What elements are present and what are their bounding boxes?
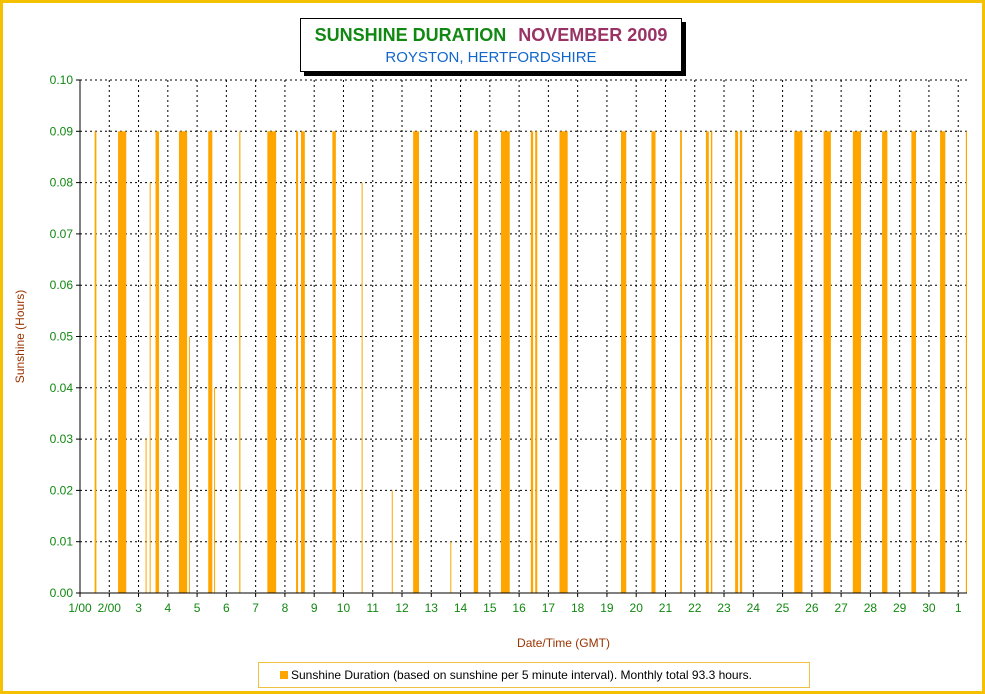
sunshine-chart: 0.00 0.01 0.02 0.03 0.04 0.05 0.06 0.07 0.08 0.09… — [13, 73, 967, 650]
x-tick-label: 8 — [282, 601, 289, 615]
sunshine-bar — [239, 131, 241, 594]
sunshine-bar — [940, 131, 946, 594]
x-tick-label: 19 — [600, 601, 614, 615]
sunshine-bar — [823, 131, 831, 594]
sunshine-bar — [705, 131, 709, 594]
sunshine-bar — [178, 131, 188, 594]
x-tick-label: 27 — [834, 601, 848, 615]
sunshine-bar — [296, 131, 299, 594]
sunshine-bar — [739, 131, 743, 594]
x-tick-label: 29 — [893, 601, 907, 615]
chart-legend: Sunshine Duration (based on sunshine per… — [258, 662, 810, 688]
sunshine-bar — [450, 541, 452, 593]
x-tick-label: 28 — [864, 601, 878, 615]
x-tick-label: 2/00 — [98, 601, 122, 615]
x-axis-title: Date/Time (GMT) — [517, 636, 610, 650]
x-tick-label: 4 — [164, 601, 171, 615]
x-tick-label: 17 — [542, 601, 556, 615]
y-tick-label: 0.00 — [50, 586, 74, 600]
sunshine-bar — [155, 131, 160, 594]
x-tick-label: 7 — [252, 601, 259, 615]
x-tick-label: 25 — [776, 601, 790, 615]
sunshine-bar — [559, 131, 568, 594]
chart-title-box: SUNSHINE DURATION NOVEMBER 2009 ROYSTON, … — [300, 18, 682, 72]
x-tick-label: 9 — [311, 601, 318, 615]
sunshine-bar — [530, 131, 534, 594]
sunshine-bar — [500, 131, 510, 594]
x-tick-label: 3 — [135, 601, 142, 615]
sunshine-bar — [149, 182, 151, 593]
x-tick-label: 16 — [512, 601, 526, 615]
x-tick-label: 1/00 — [68, 601, 92, 615]
y-tick-label: 0.03 — [50, 432, 74, 446]
x-tick-label: 14 — [454, 601, 468, 615]
sunshine-bar — [680, 131, 682, 594]
sunshine-bar — [911, 131, 917, 594]
sunshine-bar — [794, 131, 803, 594]
sunshine-bar — [651, 131, 656, 594]
y-tick-label: 0.10 — [50, 73, 74, 87]
chart-title: SUNSHINE DURATION — [314, 25, 507, 45]
y-tick-label: 0.09 — [50, 124, 74, 138]
x-tick-label: 20 — [630, 601, 644, 615]
sunshine-bar — [391, 490, 393, 593]
y-tick-label: 0.07 — [50, 227, 74, 241]
x-tick-label: 15 — [483, 601, 497, 615]
sunshine-bar — [710, 131, 713, 594]
sunshine-bar — [145, 439, 147, 593]
sunshine-bar — [214, 387, 216, 593]
sunshine-bar — [852, 131, 862, 594]
x-tick-label: 10 — [337, 601, 351, 615]
x-tick-label: 6 — [223, 601, 230, 615]
sunshine-bar — [965, 131, 967, 594]
plot-area — [80, 80, 967, 593]
y-axis-title: Sunshine (Hours) — [13, 290, 27, 383]
x-tick-label: 30 — [922, 601, 936, 615]
x-tick-label: 26 — [805, 601, 819, 615]
x-tick-label: 22 — [688, 601, 702, 615]
x-tick-label: 11 — [367, 601, 380, 615]
x-tick-label: 23 — [717, 601, 731, 615]
x-tick-label: 13 — [425, 601, 439, 615]
sunshine-bar — [413, 131, 419, 594]
y-tick-label: 0.04 — [50, 381, 74, 395]
sunshine-bar — [882, 131, 888, 594]
chart-title-line: SUNSHINE DURATION NOVEMBER 2009 — [301, 25, 681, 46]
chart-subtitle: ROYSTON, HERTFORDSHIRE — [385, 49, 597, 66]
x-tick-label: 21 — [659, 601, 673, 615]
sunshine-bar — [188, 336, 190, 593]
sunshine-bar — [332, 131, 336, 594]
y-tick-label: 0.08 — [50, 176, 74, 190]
sunshine-bar — [735, 131, 739, 594]
x-tick-label: 24 — [747, 601, 761, 615]
sunshine-bar — [473, 131, 479, 594]
sunshine-bar — [361, 182, 363, 593]
chart-month: NOVEMBER 2009 — [518, 25, 668, 45]
x-tick-label: 12 — [395, 601, 409, 615]
sunshine-bar — [620, 131, 627, 594]
sunshine-bar — [267, 131, 277, 594]
sunshine-bar — [94, 131, 97, 594]
legend-swatch — [280, 671, 288, 679]
legend-label: Sunshine Duration (based on sunshine per… — [291, 668, 752, 682]
y-tick-label: 0.05 — [50, 330, 74, 344]
sunshine-bar — [301, 131, 305, 594]
y-tick-label: 0.01 — [50, 535, 74, 549]
y-tick-label: 0.02 — [50, 483, 74, 497]
sunshine-bar — [118, 131, 127, 594]
y-tick-label: 0.06 — [50, 278, 74, 292]
x-tick-label: 5 — [194, 601, 201, 615]
x-tick-label: 1 — [955, 601, 962, 615]
x-tick-label: 18 — [571, 601, 585, 615]
sunshine-bar — [208, 131, 213, 594]
sunshine-bar — [535, 131, 538, 594]
